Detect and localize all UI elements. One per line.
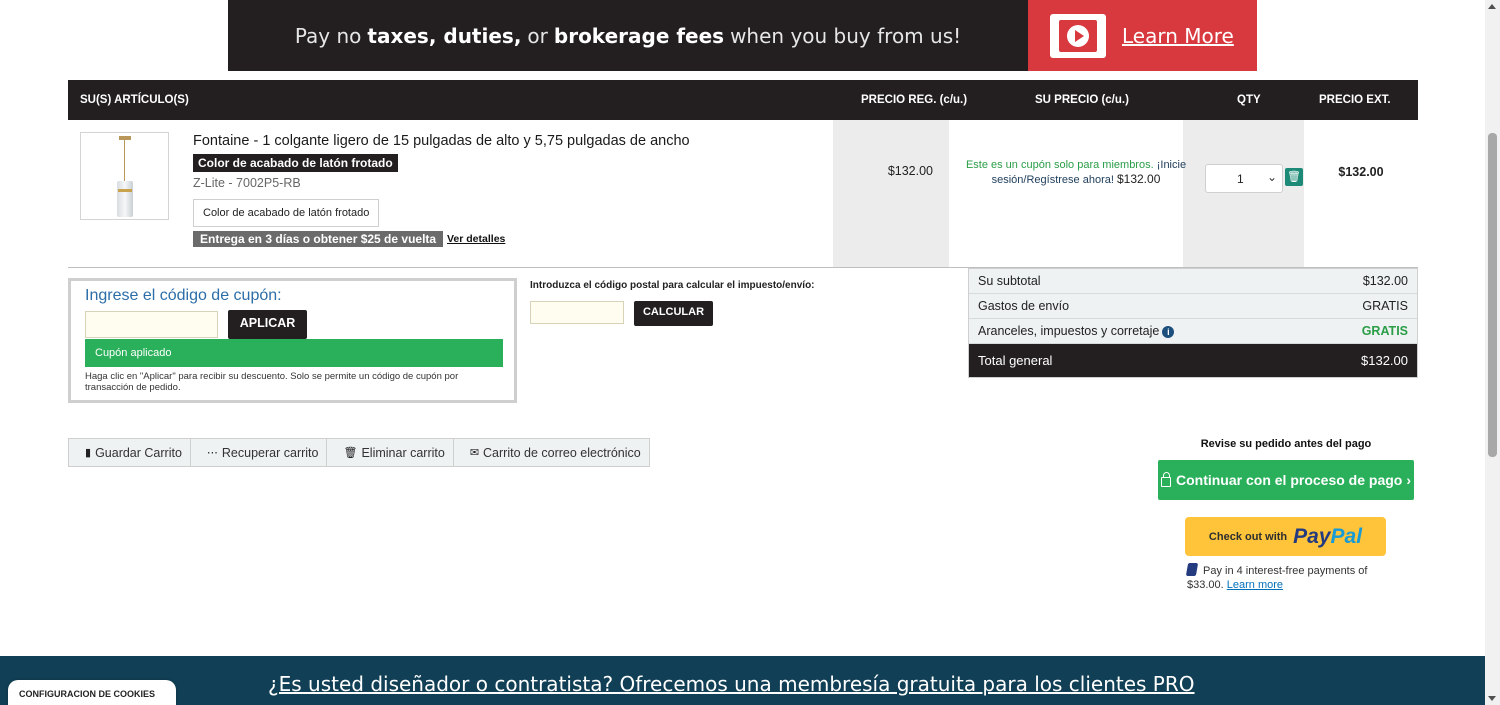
- summary-label: Su subtotal: [978, 274, 1041, 288]
- zip-input[interactable]: [530, 301, 624, 324]
- member-note: Este es un cupón solo para miembros.: [965, 159, 1154, 171]
- finish-option: Color de acabado de latón frotado: [193, 199, 380, 227]
- remove-item-button[interactable]: 🗑: [1285, 168, 1303, 186]
- summary-value: $132.00: [1362, 274, 1408, 288]
- page-scrollbar[interactable]: [1485, 0, 1500, 705]
- reg-price: $132.00: [887, 164, 933, 178]
- coupon-input[interactable]: [85, 311, 218, 338]
- learn-more-button[interactable]: Learn More: [1028, 0, 1257, 71]
- summary-value: GRATIS: [1362, 299, 1408, 313]
- coupon-note: Haga clic en "Aplicar" para recibir su d…: [85, 371, 459, 393]
- save-cart-label: Guardar Carrito: [95, 445, 182, 460]
- ext-price: $132.00: [1338, 165, 1384, 179]
- info-icon[interactable]: i: [1162, 326, 1175, 338]
- banner-text-e: when you buy from us!: [730, 23, 962, 48]
- header-reg-price: PRECIO REG. (c/u.): [861, 94, 968, 106]
- product-name[interactable]: Fontaine - 1 colgante ligero de 15 pulga…: [193, 133, 690, 149]
- scroll-thumb[interactable]: [1488, 133, 1497, 457]
- scroll-up-icon[interactable]: [1488, 4, 1496, 9]
- trash-icon: 🗑: [343, 447, 358, 459]
- trash-icon: 🗑: [1287, 171, 1301, 183]
- summary-label: Aranceles, impuestos y corretaje i: [978, 324, 1175, 338]
- summary-label: Gastos de envío: [978, 299, 1070, 313]
- spinner-icon: ⋯: [206, 447, 218, 459]
- video-play-icon: [1050, 13, 1106, 58]
- paypal-logo-a: Pay: [1293, 524, 1331, 548]
- member-price-note: Este es un cupón solo para miembros. ¡In…: [956, 158, 1196, 187]
- calculate-button[interactable]: CALCULAR: [634, 301, 713, 326]
- summary-row: Aranceles, impuestos y corretaje i GRATIS: [969, 319, 1417, 344]
- summary-label-text: Aranceles, impuestos y corretaje: [978, 324, 1160, 338]
- apply-coupon-button[interactable]: APLICAR: [228, 310, 307, 339]
- product-thumbnail[interactable]: [80, 132, 169, 220]
- header-items: SU(S) ARTÍCULO(S): [80, 94, 189, 106]
- grand-total-label: Total general: [978, 353, 1053, 368]
- product-sku: Z-Lite - 7002P5-RB: [193, 176, 301, 190]
- header-qty: QTY: [1237, 94, 1261, 106]
- email-cart-label: Carrito de correo electrónico: [483, 445, 641, 460]
- banner-text: Pay no taxes, duties, or brokerage fees …: [228, 0, 1028, 71]
- coupon-box: Ingrese el código de cupón: APLICAR Cupó…: [68, 278, 517, 403]
- paypal-button[interactable]: Check out with Pay Pal: [1185, 517, 1386, 556]
- email-cart-button[interactable]: ✉ Carrito de correo electrónico: [454, 439, 649, 466]
- delete-cart-label: Eliminar carrito: [361, 445, 445, 460]
- promo-banner[interactable]: Pay no taxes, duties, or brokerage fees …: [228, 0, 1257, 71]
- summary-row: Su subtotal $132.00: [969, 269, 1417, 294]
- recover-cart-button[interactable]: ⋯ Recuperar carrito: [191, 439, 328, 466]
- member-price: $132.00: [1116, 172, 1161, 186]
- details-link[interactable]: Ver detalles: [447, 233, 505, 245]
- qty-select[interactable]: 1 ⌄: [1205, 164, 1283, 193]
- cookie-settings-button[interactable]: CONFIGURACION DE COOKIES: [8, 680, 176, 705]
- grand-total-row: Total general $132.00: [969, 344, 1417, 377]
- banner-text-c: or: [527, 23, 548, 48]
- cart-page: Pay no taxes, duties, or brokerage fees …: [0, 0, 1500, 705]
- chevron-right-icon: ›: [1406, 472, 1412, 488]
- order-summary: Su subtotal $132.00 Gastos de envío GRAT…: [968, 268, 1418, 378]
- paypal-icon: [1185, 563, 1199, 576]
- coupon-applied-message: Cupón aplicado: [85, 339, 503, 367]
- delivery-badge: Entrega en 3 días o obtener $25 de vuelt…: [193, 231, 444, 247]
- banner-text-a: Pay no: [294, 23, 362, 48]
- learn-more-label: Learn More: [1122, 23, 1234, 48]
- header-your-price: SU PRECIO (c/u.): [1035, 94, 1129, 106]
- reg-price-column: [833, 120, 949, 267]
- checkout-button[interactable]: Continuar con el proceso de pago ›: [1158, 460, 1414, 500]
- bookmark-icon: ▮: [85, 447, 92, 459]
- review-notice: Revise su pedido antes del pago: [1200, 438, 1372, 450]
- save-cart-button[interactable]: ▮ Guardar Carrito: [69, 439, 191, 466]
- qty-column: [1183, 120, 1304, 267]
- cart-actions: ▮ Guardar Carrito ⋯ Recuperar carrito 🗑 Eli…: [68, 438, 650, 467]
- recover-cart-label: Recuperar carrito: [221, 445, 319, 460]
- finish-chip: Color de acabado de latón frotado: [193, 154, 398, 172]
- summary-value: GRATIS: [1361, 324, 1408, 338]
- cart-table-header: SU(S) ARTÍCULO(S) PRECIO REG. (c/u.) SU …: [68, 80, 1418, 120]
- pro-membership-link[interactable]: ¿Es usted diseñador o contratista? Ofrec…: [268, 672, 1195, 696]
- header-ext-price: PRECIO EXT.: [1319, 94, 1391, 106]
- cart-item-row: Fontaine - 1 colgante ligero de 15 pulga…: [68, 120, 1418, 268]
- envelope-icon: ✉: [469, 447, 480, 459]
- banner-text-b: taxes, duties,: [367, 23, 522, 48]
- lock-icon: [1160, 472, 1171, 487]
- paypal-prefix: Check out with: [1208, 530, 1288, 543]
- banner-text-d: brokerage fees: [553, 23, 725, 48]
- qty-value: 1: [1237, 172, 1244, 186]
- summary-row: Gastos de envío GRATIS: [969, 294, 1417, 319]
- zip-label: Introduzca el código postal para calcula…: [530, 280, 815, 291]
- scroll-down-icon[interactable]: [1488, 696, 1496, 701]
- grand-total-value: $132.00: [1361, 353, 1408, 368]
- pay-in-4-note: Pay in 4 interest-free payments of $33.0…: [1185, 563, 1387, 592]
- paypal-learn-more-link[interactable]: Learn more: [1227, 579, 1283, 591]
- paypal-logo-b: Pal: [1330, 524, 1363, 548]
- chevron-down-icon: ⌄: [1266, 170, 1277, 184]
- checkout-label: Continuar con el proceso de pago: [1175, 472, 1403, 488]
- pro-footer: ¿Es usted diseñador o contratista? Ofrec…: [0, 656, 1485, 705]
- delete-cart-button[interactable]: 🗑 Eliminar carrito: [327, 439, 454, 466]
- coupon-title: Ingrese el código de cupón:: [85, 287, 282, 304]
